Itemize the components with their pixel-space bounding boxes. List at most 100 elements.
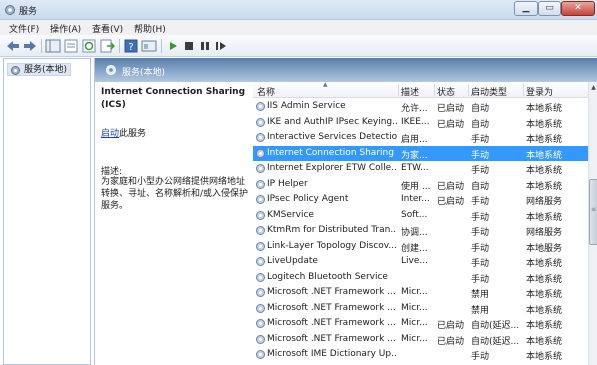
column-description[interactable]: 描述 [401, 85, 419, 98]
column-status[interactable]: 状态 [437, 85, 455, 98]
service-status: 已启动 [437, 119, 465, 130]
service-description: Micr... [401, 318, 428, 328]
service-description: Micr... [401, 287, 428, 297]
menu-action[interactable]: 操作(A) [50, 22, 81, 35]
service-name: IIS Admin Service [267, 101, 346, 111]
service-description: Inter... [401, 194, 430, 204]
table-row[interactable]: Link-Layer Topology Discov... 创建... 手动 本地服务 [253, 239, 588, 255]
table-row[interactable]: Microsoft IME Dictionary Up... 手动 本地系统 [253, 347, 588, 363]
table-row[interactable]: Internet Explorer ETW Colle... ETW... 手动 本地… [253, 161, 588, 177]
service-log-on-as: 本地系统 [526, 336, 563, 347]
export-icon[interactable] [99, 38, 115, 54]
window-title: 服务 [19, 7, 38, 17]
table-row[interactable]: IP Helper 使用 ... 已启动 自动 本地系统 [253, 177, 588, 193]
service-log-on-as: 本地系统 [526, 166, 563, 176]
table-row[interactable]: Microsoft .NET Framework ... Micr... 已启动 自动… [253, 332, 588, 348]
service-description: IKEE... [401, 116, 430, 127]
table-row[interactable]: IIS Admin Service 允许... 已启动 自动 本地系统 [253, 99, 588, 115]
column-startup-type[interactable]: 启动类型 [471, 85, 507, 98]
service-gear-icon [256, 210, 265, 220]
service-gear-icon [256, 179, 265, 189]
service-startup-type: 手动 [471, 150, 490, 161]
service-status: 已启动 [437, 321, 465, 331]
pane-header: 服务(本地) [95, 58, 597, 82]
table-row[interactable]: LiveUpdate Live... 手动 本地系统 [253, 254, 588, 270]
table-row[interactable]: IKE and AuthIP IPsec Keying... IKEE... 已启动… [253, 115, 588, 131]
start-service-link[interactable]: 启动 [101, 129, 119, 139]
service-startup-type: 手动 [471, 197, 490, 207]
help-icon[interactable]: ? [123, 38, 139, 54]
properties-icon[interactable] [63, 38, 79, 54]
service-log-on-as: 本地系统 [526, 135, 563, 145]
restart-icon[interactable] [213, 38, 229, 54]
table-row[interactable]: Microsoft .NET Framework ... Micr... 已启动 自动… [253, 316, 588, 332]
service-gear-icon [256, 164, 265, 173]
service-log-on-as: 本地系统 [526, 150, 563, 161]
pause-icon[interactable] [197, 38, 213, 54]
service-startup-type: 自动 [471, 104, 490, 114]
services-gear-icon [106, 65, 116, 75]
service-log-on-as: 本地系统 [526, 181, 563, 192]
menu-file[interactable]: 文件(F) [9, 22, 39, 35]
service-startup-type: 自动(延迟... [471, 336, 520, 347]
service-startup-type: 手动 [471, 135, 490, 145]
table-row[interactable]: Microsoft .NET Framework ... Micr... 禁用 本地系… [253, 285, 588, 301]
services-gear-icon [11, 66, 20, 75]
vertical-scrollbar[interactable]: ▲ ≡ [588, 82, 597, 365]
table-row[interactable]: KMService Soft... 手动 本地系统 [253, 208, 588, 224]
service-gear-icon [256, 102, 265, 111]
service-name: Microsoft .NET Framework ... [267, 333, 396, 344]
table-row[interactable]: Microsoft .NET Framework ... Micr... 禁用 本地系… [253, 301, 588, 317]
service-gear-icon [256, 133, 265, 142]
column-header: ▲ 名称 描述 状态 启动类型 登录为 [253, 82, 588, 98]
sort-ascending-icon: ▲ [323, 82, 328, 88]
refresh-icon[interactable] [81, 38, 97, 54]
service-log-on-as: 网络服务 [526, 228, 563, 238]
tree-item-local-services[interactable]: 服务(本地) [7, 63, 72, 76]
service-description: 为家... [401, 150, 428, 161]
show-tree-icon[interactable] [45, 38, 61, 54]
svg-text:?: ? [128, 42, 133, 53]
close-button[interactable]: ✕ [561, 1, 595, 16]
service-log-on-as: 本地系统 [526, 305, 563, 316]
service-name: Internet Explorer ETW Colle... [267, 163, 397, 173]
table-row[interactable]: Logitech Bluetooth Service 手动 本地系统 [253, 270, 588, 286]
service-status: 已启动 [437, 197, 465, 207]
service-name: Microsoft IME Dictionary Up... [267, 349, 397, 359]
service-startup-type: 自动(延迟... [471, 321, 520, 331]
menu-view[interactable]: 查看(V) [92, 22, 123, 35]
stop-icon[interactable] [181, 38, 197, 54]
table-row[interactable]: KtmRm for Distributed Tran... 协调... 手动 网络服务 [253, 223, 588, 239]
service-gear-icon [256, 257, 265, 266]
scroll-up-arrow-icon[interactable]: ▲ [589, 82, 597, 93]
maximize-button[interactable]: ▭ [538, 1, 561, 16]
service-startup-type: 手动 [471, 243, 490, 254]
minimize-button[interactable]: ▁ [514, 1, 538, 16]
services-list: ▲ 名称 描述 状态 启动类型 登录为 IIS Admin Service 允许.… [253, 82, 588, 365]
back-icon[interactable] [5, 38, 21, 54]
console-icon[interactable] [141, 38, 157, 54]
service-startup-type: 自动 [471, 181, 490, 192]
table-row[interactable]: Internet Connection Sharing ... 为家... 手动 本地… [253, 145, 588, 161]
table-row[interactable]: Interactive Services Detection 启用... 手动 本地系… [253, 130, 588, 146]
description-text: 为家庭和小型办公网络提供网络地址转换、寻址、名称解析和/或入侵保护服务。 [101, 177, 249, 211]
service-gear-icon [256, 303, 265, 313]
service-log-on-as: 本地系统 [526, 321, 563, 331]
service-log-on-as: 本地系统 [526, 104, 563, 114]
column-name[interactable]: 名称 [257, 85, 275, 98]
service-name: IKE and AuthIP IPsec Keying... [267, 116, 397, 127]
service-startup-type: 自动 [471, 119, 490, 130]
start-service-suffix: 此服务 [119, 129, 147, 139]
menu-help[interactable]: 帮助(H) [134, 22, 166, 35]
service-name: IP Helper [267, 178, 308, 189]
table-row[interactable]: IPsec Policy Agent Inter... 已启动 手动 网络服务 [253, 192, 588, 208]
forward-icon[interactable] [22, 38, 38, 54]
service-log-on-as: 网络服务 [526, 197, 563, 207]
start-service-line: 启动此服务 [101, 126, 146, 139]
column-log-on-as[interactable]: 登录为 [526, 85, 553, 98]
service-log-on-as: 本地服务 [526, 243, 563, 254]
scrollbar-thumb[interactable]: ≡ [589, 179, 597, 245]
tree-item-label: 服务(本地) [24, 65, 68, 75]
start-icon[interactable] [165, 38, 181, 54]
service-log-on-as: 本地系统 [526, 290, 563, 300]
